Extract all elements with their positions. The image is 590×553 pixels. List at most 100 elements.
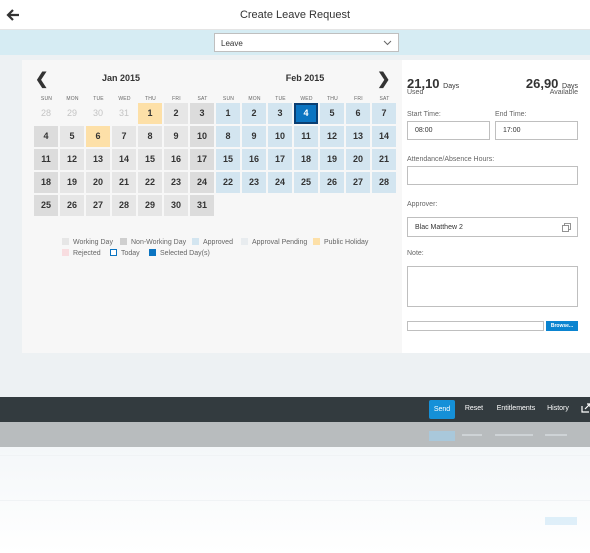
calendar-day[interactable]: 10 [190, 126, 214, 147]
weekday-label: SAT [379, 96, 390, 102]
entitlements-button[interactable]: Entitlements [495, 398, 537, 420]
send-button[interactable]: Send [429, 400, 455, 419]
calendar-day[interactable]: 3 [190, 103, 214, 124]
calendar-day[interactable]: 3 [268, 103, 292, 124]
calendar-day[interactable]: 21 [372, 149, 396, 170]
calendar-day[interactable]: 5 [320, 103, 344, 124]
calendar-day[interactable]: 29 [138, 195, 162, 216]
calendar-day[interactable]: 8 [138, 126, 162, 147]
calendar-day[interactable]: 25 [34, 195, 58, 216]
calendar-day[interactable]: 21 [112, 172, 136, 193]
calendar-day[interactable]: 15 [138, 149, 162, 170]
value-help-icon[interactable] [562, 223, 571, 232]
calendar-day[interactable]: 23 [164, 172, 188, 193]
calendar-day[interactable]: 14 [112, 149, 136, 170]
reflection-line [0, 500, 590, 501]
leave-request-app: Create Leave Request Leave ❮ ❯ Jan 2015 … [0, 0, 590, 422]
calendar-day[interactable]: 17 [190, 149, 214, 170]
legend-swatch [149, 249, 156, 256]
calendar-day[interactable]: 6 [86, 126, 110, 147]
calendar-day[interactable]: 27 [86, 195, 110, 216]
reflection-label [545, 434, 567, 436]
calendar-day[interactable]: 29 [60, 103, 84, 124]
calendar-day[interactable]: 18 [34, 172, 58, 193]
calendar-day[interactable]: 11 [34, 149, 58, 170]
calendar-day[interactable]: 28 [372, 172, 396, 193]
reset-button[interactable]: Reset [462, 398, 486, 420]
legend-swatch [62, 249, 69, 256]
calendar-day[interactable]: 15 [216, 149, 240, 170]
next-month-button[interactable]: ❯ [377, 69, 390, 89]
calendar-day[interactable]: 31 [190, 195, 214, 216]
start-time-input[interactable]: 08:00 [407, 121, 490, 140]
calendar-day[interactable]: 8 [216, 126, 240, 147]
calendar-day[interactable]: 22 [138, 172, 162, 193]
share-icon[interactable] [581, 403, 590, 413]
calendar-day[interactable]: 4 [294, 103, 318, 124]
calendar-day[interactable]: 28 [34, 103, 58, 124]
calendar-day[interactable]: 10 [268, 126, 292, 147]
browse-button[interactable]: Browse... [546, 321, 578, 331]
page-title: Create Leave Request [239, 9, 351, 21]
calendar-day[interactable]: 6 [346, 103, 370, 124]
calendar-day[interactable]: 5 [60, 126, 84, 147]
end-time-input[interactable]: 17:00 [495, 121, 578, 140]
calendar-day[interactable]: 13 [86, 149, 110, 170]
calendar-day[interactable]: 9 [242, 126, 266, 147]
calendar-day[interactable]: 17 [268, 149, 292, 170]
calendar-day[interactable]: 20 [86, 172, 110, 193]
legend-swatch [241, 238, 248, 245]
calendar-day[interactable]: 26 [60, 195, 84, 216]
calendar-day[interactable]: 30 [164, 195, 188, 216]
note-label: Note: [407, 250, 424, 257]
approver-label: Approver: [407, 201, 438, 208]
legend-swatch [110, 249, 117, 256]
calendar-day[interactable]: 12 [320, 126, 344, 147]
calendar-day[interactable]: 7 [372, 103, 396, 124]
legend-selected: Selected Day(s) [149, 249, 210, 257]
history-button[interactable]: History [545, 398, 571, 420]
weekday-label: SUN [222, 96, 235, 102]
calendar-day[interactable]: 22 [216, 172, 240, 193]
calendar-day[interactable]: 30 [86, 103, 110, 124]
chevron-down-icon [383, 40, 392, 46]
calendar-day[interactable]: 9 [164, 126, 188, 147]
calendar-day[interactable]: 12 [60, 149, 84, 170]
approver-input[interactable]: Blac Matthew 2 [407, 217, 578, 237]
legend-rejected: Rejected [62, 249, 101, 257]
weekday-label: MON [66, 96, 79, 102]
calendar-day[interactable]: 25 [294, 172, 318, 193]
calendar-day[interactable]: 4 [34, 126, 58, 147]
calendar-day[interactable]: 27 [346, 172, 370, 193]
file-path-input[interactable] [407, 321, 544, 331]
calendar-day[interactable]: 31 [112, 103, 136, 124]
legend-swatch [192, 238, 199, 245]
reflection-send [429, 431, 455, 441]
weekday-label: WED [300, 96, 313, 102]
previous-month-button[interactable]: ❮ [35, 69, 48, 89]
calendar-day[interactable]: 23 [242, 172, 266, 193]
calendar-day[interactable]: 11 [294, 126, 318, 147]
calendar-day[interactable]: 16 [242, 149, 266, 170]
calendar-day[interactable]: 1 [216, 103, 240, 124]
calendar-day[interactable]: 13 [346, 126, 370, 147]
calendar-day[interactable]: 24 [190, 172, 214, 193]
calendar-day[interactable]: 16 [164, 149, 188, 170]
calendar-day[interactable]: 26 [320, 172, 344, 193]
calendar-day[interactable]: 28 [112, 195, 136, 216]
calendar-day[interactable]: 2 [164, 103, 188, 124]
calendar-day[interactable]: 19 [60, 172, 84, 193]
legend-approved: Approved [192, 238, 233, 246]
calendar-day[interactable]: 18 [294, 149, 318, 170]
calendar-day[interactable]: 7 [112, 126, 136, 147]
calendar-day[interactable]: 2 [242, 103, 266, 124]
calendar-day[interactable]: 20 [346, 149, 370, 170]
calendar-day[interactable]: 1 [138, 103, 162, 124]
hours-label: Attendance/Absence Hours: [407, 156, 495, 163]
calendar-day[interactable]: 14 [372, 126, 396, 147]
calendar-day[interactable]: 19 [320, 149, 344, 170]
note-textarea[interactable] [407, 266, 578, 307]
hours-input[interactable] [407, 166, 578, 185]
calendar-day[interactable]: 24 [268, 172, 292, 193]
leave-type-select[interactable]: Leave [214, 33, 399, 52]
